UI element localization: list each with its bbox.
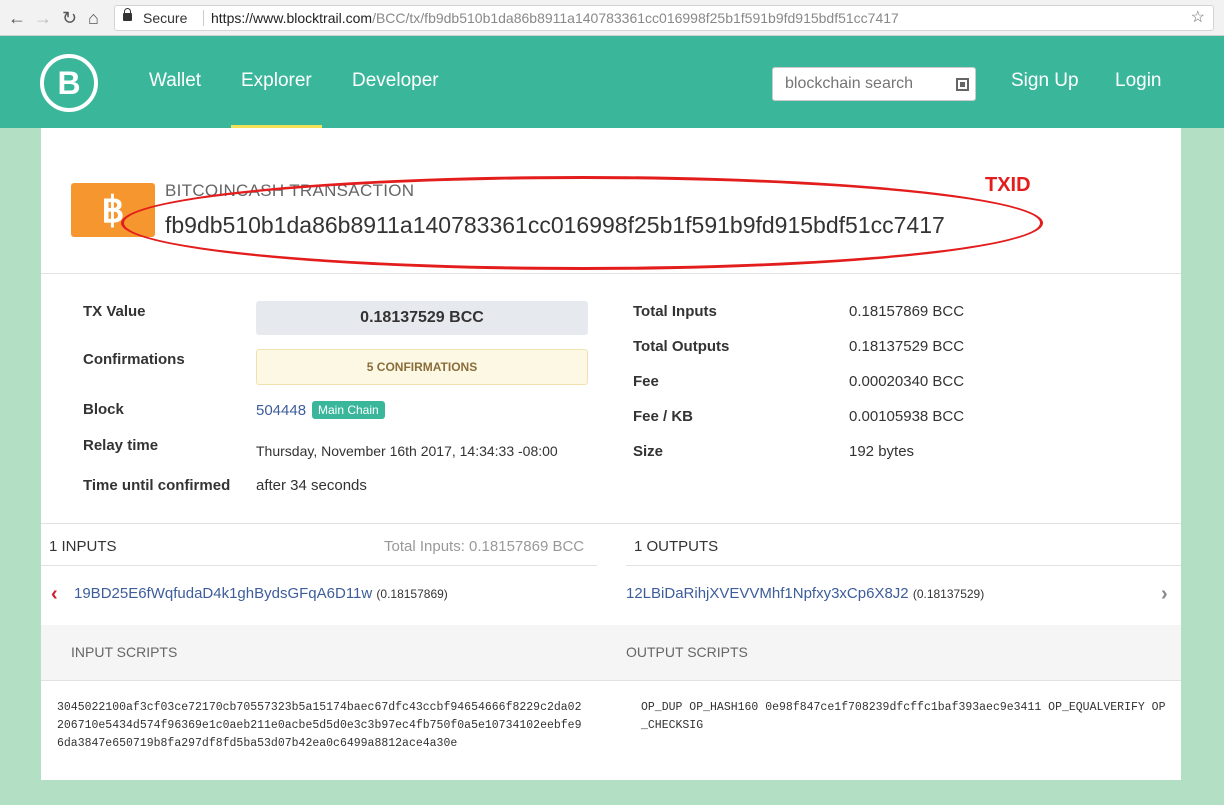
url-path: /BCC/tx/fb9db510b1da86b8911a140783361cc0… [372,10,899,26]
time-until-confirmed: after 34 seconds [256,477,367,494]
scripts-header-band: INPUT SCRIPTS OUTPUT SCRIPTS [41,625,1181,681]
txid-annotation: TXID [985,174,1031,196]
inputs-header-line [41,565,597,566]
forward-arrow-icon[interactable]: → [34,8,52,28]
home-icon[interactable]: ⌂ [88,8,99,28]
transaction-card: ฿ BITCOINCASH TRANSACTION fb9db510b1da86… [41,128,1181,780]
nav-wallet[interactable]: Wallet [149,70,201,92]
details-divider [41,523,1181,524]
time-until-confirmed-label: Time until confirmed [83,477,231,494]
sign-up-link[interactable]: Sign Up [1011,70,1079,92]
blockchain-search-input[interactable] [772,67,976,101]
tx-value-label: TX Value [83,303,146,320]
input-amount: (0.18157869) [376,587,448,601]
total-inputs-value: 0.18157869 BCC [849,303,965,320]
bookmark-star-icon[interactable]: ☆ [1191,6,1205,30]
tx-value: 0.18137529 BCC [256,301,588,335]
secure-label: Secure [143,10,188,26]
reload-icon[interactable]: ↻ [62,8,77,28]
url-host: https://www.blocktrail.com [211,10,373,26]
url-text[interactable]: https://www.blocktrail.com/BCC/tx/fb9db5… [211,6,899,30]
address-bar[interactable]: Secure https://www.blocktrail.com/BCC/tx… [114,5,1214,31]
relay-time: Thursday, November 16th 2017, 14:34:33 -… [256,443,558,459]
nav-explorer[interactable]: Explorer [241,70,312,92]
main-chain-badge: Main Chain [312,401,385,419]
input-address[interactable]: 19BD25E6fWqfudaD4k1ghBydsGFqA6D11w (0.18… [74,585,448,602]
size-label: Size [633,443,664,460]
output-script: OP_DUP OP_HASH160 0e98f847ce1f708239dfcf… [641,701,1166,732]
chevron-right-icon[interactable]: › [1161,583,1168,606]
total-inputs-label: Total Inputs [633,303,717,320]
qr-code-icon[interactable] [956,78,969,91]
lock-icon [123,8,132,21]
back-arrow-icon[interactable]: ← [8,8,26,28]
output-scripts-title: OUTPUT SCRIPTS [626,644,748,660]
output-address[interactable]: 12LBiDaRihjXVEVVMhf1Npfxy3xCp6X8J2 (0.18… [626,585,984,602]
size-value: 192 bytes [849,443,915,460]
relay-time-label: Relay time [83,437,159,454]
site-header: B Wallet Explorer Developer Sign Up Logi… [0,36,1224,128]
chevron-left-icon[interactable]: ‹ [51,583,58,606]
fee-value: 0.00020340 BCC [849,373,965,390]
url-separator [203,10,204,26]
confirmations-label: Confirmations [83,351,185,368]
inputs-header: 1 INPUTS [49,538,117,555]
header-divider [41,273,1181,274]
input-scripts-title: INPUT SCRIPTS [71,644,178,660]
fee-label: Fee [633,373,659,390]
txid-highlight-ellipse [121,176,1043,270]
inputs-total: Total Inputs: 0.18157869 BCC [384,538,585,555]
output-amount: (0.18137529) [912,587,985,601]
fee-per-kb-label: Fee / KB [633,408,694,425]
total-outputs-value: 0.18137529 BCC [849,338,965,355]
input-script: 3045022100af3cf03ce72170cb70557323b5a151… [57,701,582,750]
outputs-header-line [626,565,1181,566]
output-address-text[interactable]: 12LBiDaRihjXVEVVMhf1Npfxy3xCp6X8J2 [626,585,909,602]
login-link[interactable]: Login [1115,70,1162,92]
browser-toolbar: ← → ↻ ⌂ Secure https://www.blocktrail.co… [0,0,1224,36]
block-label: Block [83,401,124,418]
input-address-text[interactable]: 19BD25E6fWqfudaD4k1ghBydsGFqA6D11w [74,585,372,602]
outputs-header: 1 OUTPUTS [634,538,719,555]
blocktrail-logo[interactable]: B [40,54,98,112]
block-height-link[interactable]: 504448 [256,402,306,419]
nav-developer[interactable]: Developer [352,70,439,92]
confirmations-badge: 5 CONFIRMATIONS [256,349,588,385]
total-outputs-label: Total Outputs [633,338,730,355]
fee-per-kb-value: 0.00105938 BCC [849,408,965,425]
